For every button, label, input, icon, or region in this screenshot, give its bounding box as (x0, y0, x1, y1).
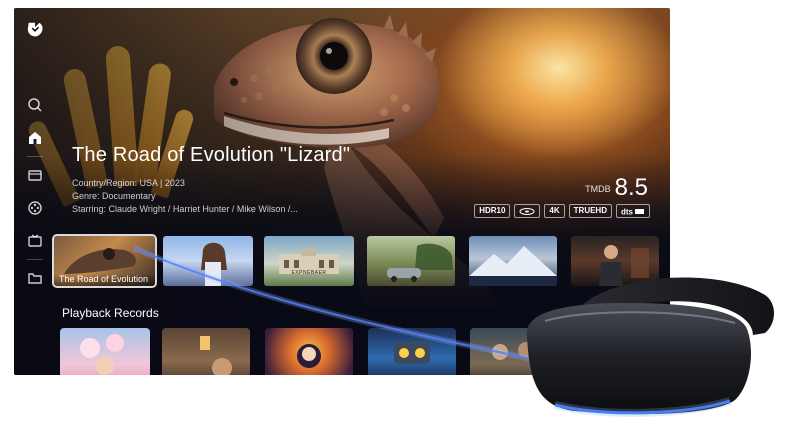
vr-headset-illustration (526, 277, 774, 417)
search-icon[interactable] (26, 96, 44, 114)
featured-card-label: The Road of Evolution (54, 274, 155, 286)
featured-card[interactable]: EXPNEBAER (264, 236, 354, 286)
hero-title: The Road of Evolution "Lizard" (72, 144, 351, 166)
tv-icon[interactable] (26, 232, 44, 250)
format-badges: HDR10 4K TRUEHD dts (474, 204, 650, 218)
dts-hd-icon: dts (616, 204, 650, 218)
movie-icon[interactable] (26, 166, 44, 184)
space-kid-thumbnail (297, 344, 321, 368)
hero-genre: Genre: Documentary (72, 191, 156, 201)
hero-country-region: Country/Region: USA | 2023 (72, 178, 185, 188)
mansion-thumbnail (279, 248, 339, 274)
sidebar-divider (27, 259, 43, 260)
rating: TMDB 8.5 (585, 174, 648, 202)
vintage-car-thumbnail (387, 243, 453, 282)
playback-card[interactable] (162, 328, 250, 375)
badge-4k: 4K (544, 204, 565, 218)
hero-starring: Starring: Claude Wright / Harriet Hunter… (72, 204, 298, 214)
playback-card[interactable] (368, 328, 456, 375)
sidebar-divider (27, 156, 43, 157)
blu-ray-icon (514, 204, 541, 218)
badge-truehd: TRUEHD (568, 204, 612, 218)
rating-score: 8.5 (614, 174, 648, 201)
rating-source: TMDB (585, 184, 611, 194)
folder-icon[interactable] (26, 269, 44, 287)
playback-card[interactable] (265, 328, 353, 375)
film-reel-icon[interactable] (26, 199, 44, 217)
flower-girl-thumbnail (80, 334, 124, 375)
anime-girl-thumbnail (201, 242, 227, 286)
playback-records-title: Playback Records (62, 306, 159, 320)
app-logo-icon (27, 22, 43, 37)
featured-card[interactable]: The Road of Evolution (52, 234, 157, 288)
featured-card-inner-text: EXPNEBAER (291, 270, 327, 276)
featured-card[interactable] (163, 236, 253, 286)
home-icon[interactable] (26, 129, 44, 147)
badge-hdr10: HDR10 (474, 204, 511, 218)
svg-text:dts: dts (621, 207, 634, 216)
featured-card[interactable] (367, 236, 455, 286)
playback-card[interactable] (60, 328, 150, 375)
robot-thumbnail (394, 342, 430, 364)
sidebar (24, 96, 46, 302)
tavern-thumbnail (200, 336, 232, 375)
